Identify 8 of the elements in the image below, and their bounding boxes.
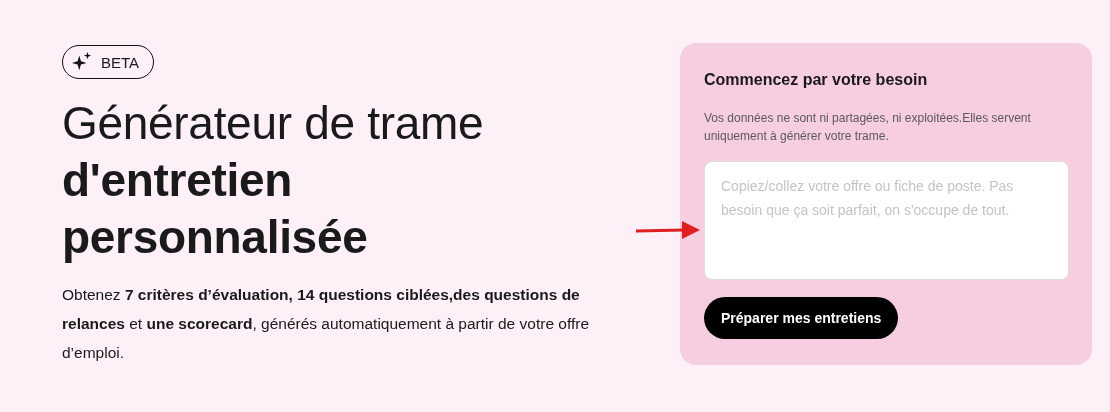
badge-label: BETA [101, 53, 140, 71]
submit-button[interactable]: Préparer mes entretiens [704, 297, 899, 339]
description-text: Obtenez 7 critères d’évaluation, 14 questions ciblées,des questions de relances et une scorecard, générés automatiquement à partir de votre offre d’emploi. [62, 285, 591, 363]
privacy-note: Vos données ne sont ni partagées, ni exploitées.Elles servent uniquement à générer votre trame. [704, 110, 1032, 145]
page-heading: Générateur de trame d'entretien personnalisée [62, 96, 485, 265]
arrow-icon [636, 219, 700, 241]
job-description-field[interactable]: Copiez/collez votre offre ou fiche de poste. Pas besoin que ça soit parfait, on s'occupe de tout. [704, 161, 1069, 280]
form-title: Commencez par votre besoin [704, 71, 928, 89]
